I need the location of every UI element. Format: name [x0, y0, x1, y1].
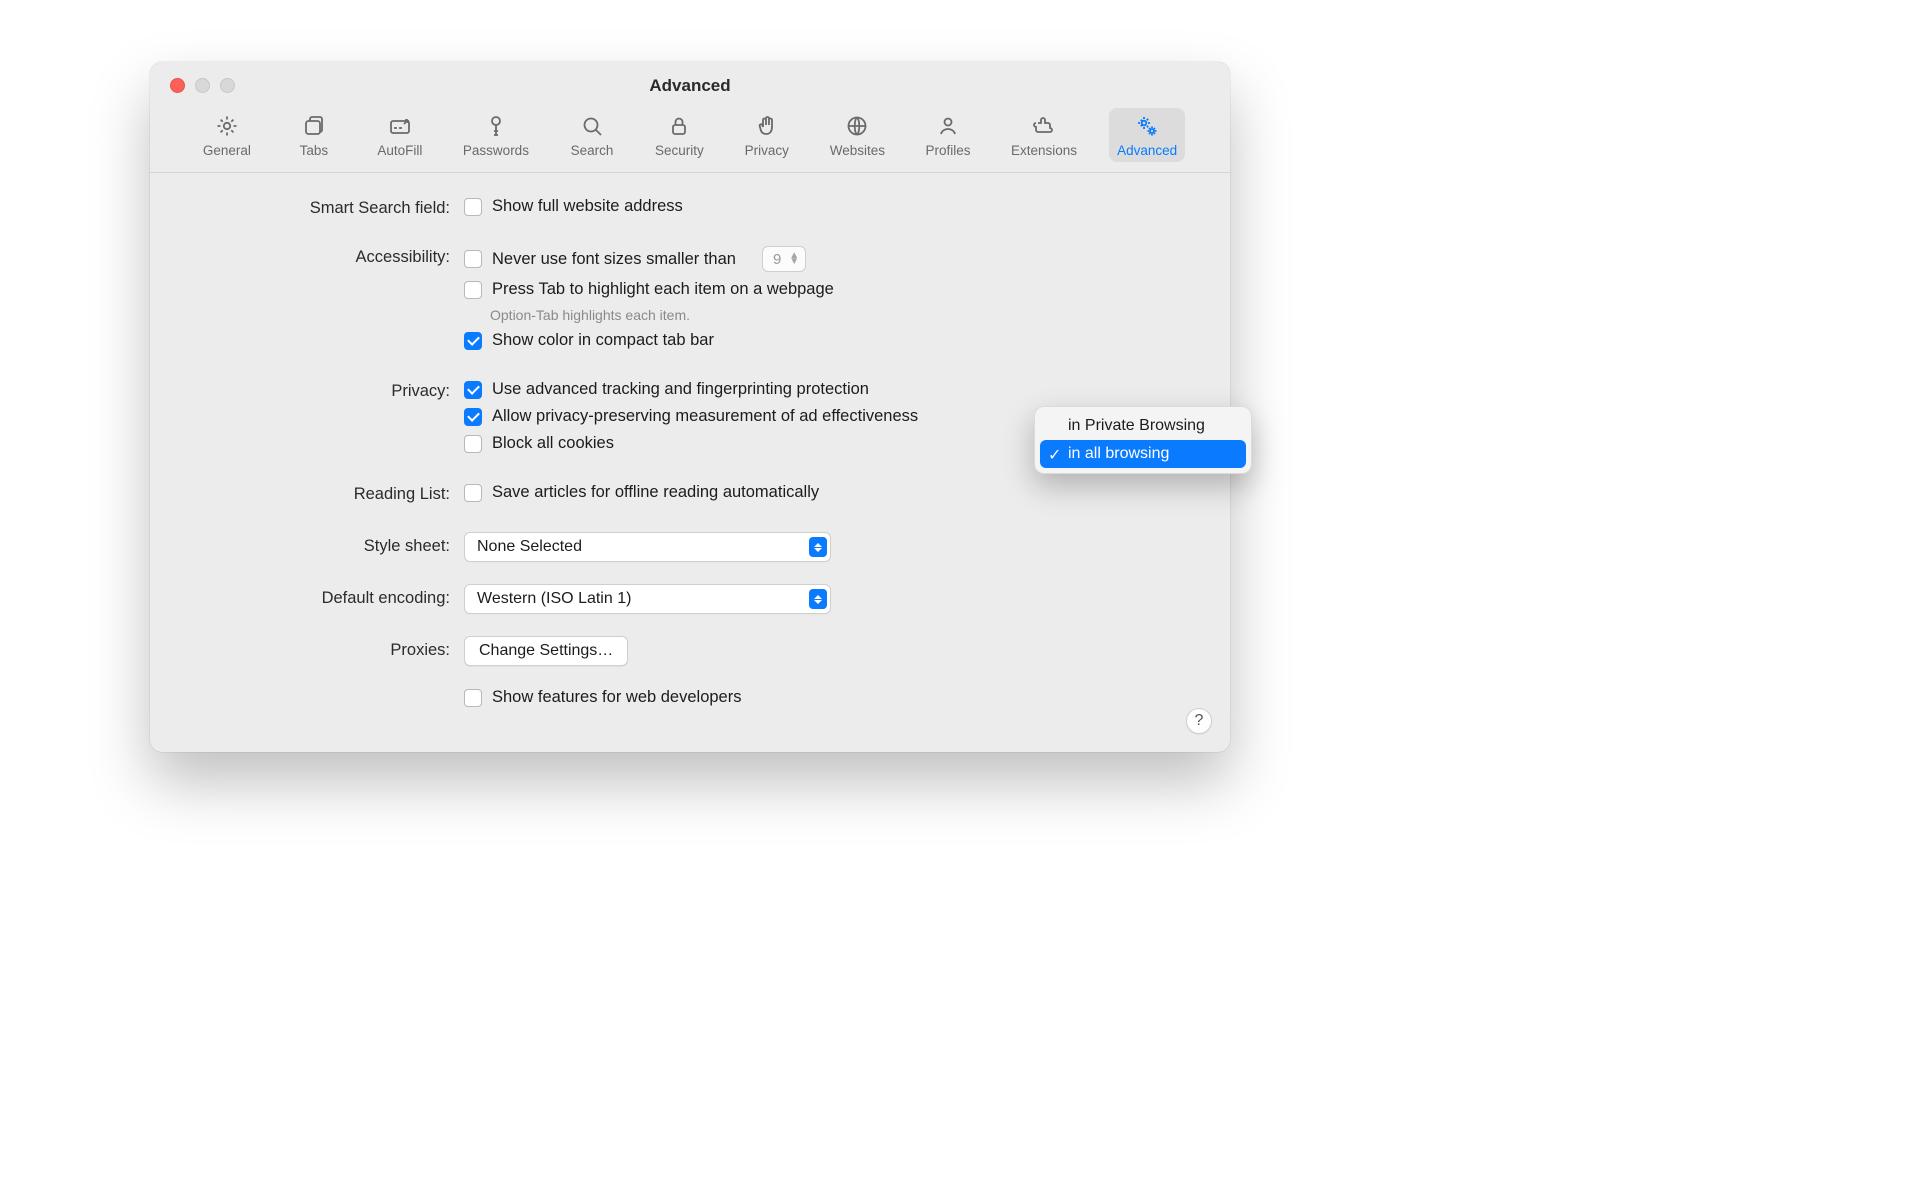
chevron-updown-icon — [809, 589, 827, 609]
tab-label: Tabs — [300, 143, 329, 158]
tab-search[interactable]: Search — [561, 108, 623, 162]
tracking-scope-menu: in Private Browsing ✓ in all browsing — [1034, 406, 1252, 474]
check-icon: ✓ — [1048, 445, 1061, 465]
preferences-window: Advanced General Tabs AutoFill — [150, 62, 1230, 752]
privacy-label: Privacy: — [190, 380, 464, 401]
checkbox-ad-measurement[interactable] — [464, 408, 482, 426]
smart-search-label: Smart Search field: — [190, 197, 464, 218]
globe-icon — [845, 114, 869, 138]
chevron-updown-icon — [809, 537, 827, 557]
checkbox-press-tab[interactable] — [464, 281, 482, 299]
checkbox-label: Show features for web developers — [492, 688, 741, 707]
gear-icon — [215, 114, 239, 138]
tab-advanced[interactable]: Advanced — [1109, 108, 1185, 162]
checkbox-compact-color[interactable] — [464, 332, 482, 350]
gears-icon — [1135, 114, 1159, 138]
tab-autofill[interactable]: AutoFill — [369, 108, 431, 162]
style-sheet-label: Style sheet: — [190, 532, 464, 556]
person-icon — [936, 114, 960, 138]
tab-general[interactable]: General — [195, 108, 259, 162]
checkbox-label: Save articles for offline reading automa… — [492, 483, 819, 502]
checkbox-label: Allow privacy-preserving measurement of … — [492, 407, 918, 426]
tab-label: Security — [655, 143, 704, 158]
change-proxies-button[interactable]: Change Settings… — [464, 636, 628, 666]
tab-tabs[interactable]: Tabs — [283, 108, 345, 162]
question-icon: ? — [1195, 712, 1204, 730]
preferences-toolbar: General Tabs AutoFill Passwords — [150, 108, 1230, 173]
hint-text: Option-Tab highlights each item. — [490, 307, 1190, 323]
menu-item-all-browsing[interactable]: ✓ in all browsing — [1040, 440, 1246, 468]
autofill-icon — [388, 114, 412, 138]
encoding-label: Default encoding: — [190, 584, 464, 608]
checkbox-label: Never use font sizes smaller than — [492, 250, 736, 269]
chevron-updown-icon: ▲▼ — [789, 253, 799, 265]
tab-label: Passwords — [463, 143, 529, 158]
encoding-popup[interactable]: Western (ISO Latin 1) — [464, 584, 831, 614]
button-label: Change Settings… — [479, 642, 613, 660]
tab-security[interactable]: Security — [647, 108, 712, 162]
min-font-stepper[interactable]: 9 ▲▼ — [762, 246, 806, 272]
tab-privacy[interactable]: Privacy — [736, 108, 798, 162]
puzzle-icon — [1032, 114, 1056, 138]
tab-label: Extensions — [1011, 143, 1077, 158]
reading-list-label: Reading List: — [190, 483, 464, 504]
key-icon — [484, 114, 508, 138]
stepper-value: 9 — [773, 251, 781, 268]
checkbox-tracking-protection[interactable] — [464, 381, 482, 399]
checkbox-dev-features[interactable] — [464, 689, 482, 707]
tab-label: Profiles — [926, 143, 971, 158]
popup-value: None Selected — [477, 538, 582, 556]
checkbox-label: Press Tab to highlight each item on a we… — [492, 280, 834, 299]
popup-value: Western (ISO Latin 1) — [477, 590, 631, 608]
checkbox-show-full-url[interactable] — [464, 198, 482, 216]
tab-profiles[interactable]: Profiles — [917, 108, 979, 162]
tab-extensions[interactable]: Extensions — [1003, 108, 1085, 162]
accessibility-label: Accessibility: — [190, 246, 464, 267]
tab-passwords[interactable]: Passwords — [455, 108, 537, 162]
titlebar: Advanced — [150, 62, 1230, 108]
tab-label: General — [203, 143, 251, 158]
menu-item-private-browsing[interactable]: in Private Browsing — [1040, 412, 1246, 440]
tab-label: Privacy — [745, 143, 789, 158]
tab-label: Websites — [830, 143, 885, 158]
help-button[interactable]: ? — [1186, 708, 1212, 734]
hand-icon — [755, 114, 779, 138]
lock-icon — [667, 114, 691, 138]
menu-item-label: in all browsing — [1068, 445, 1169, 462]
tabs-icon — [302, 114, 326, 138]
tab-label: Advanced — [1117, 143, 1177, 158]
tab-websites[interactable]: Websites — [822, 108, 893, 162]
tab-label: AutoFill — [377, 143, 422, 158]
checkbox-offline-reading[interactable] — [464, 484, 482, 502]
checkbox-label: Use advanced tracking and fingerprinting… — [492, 380, 869, 399]
checkbox-label: Block all cookies — [492, 434, 614, 453]
checkbox-block-cookies[interactable] — [464, 435, 482, 453]
style-sheet-popup[interactable]: None Selected — [464, 532, 831, 562]
checkbox-label: Show full website address — [492, 197, 683, 216]
window-title: Advanced — [150, 76, 1230, 96]
proxies-label: Proxies: — [190, 636, 464, 660]
checkbox-label: Show color in compact tab bar — [492, 331, 714, 350]
tab-label: Search — [571, 143, 614, 158]
search-icon — [580, 114, 604, 138]
checkbox-min-font[interactable] — [464, 250, 482, 268]
menu-item-label: in Private Browsing — [1068, 417, 1205, 434]
